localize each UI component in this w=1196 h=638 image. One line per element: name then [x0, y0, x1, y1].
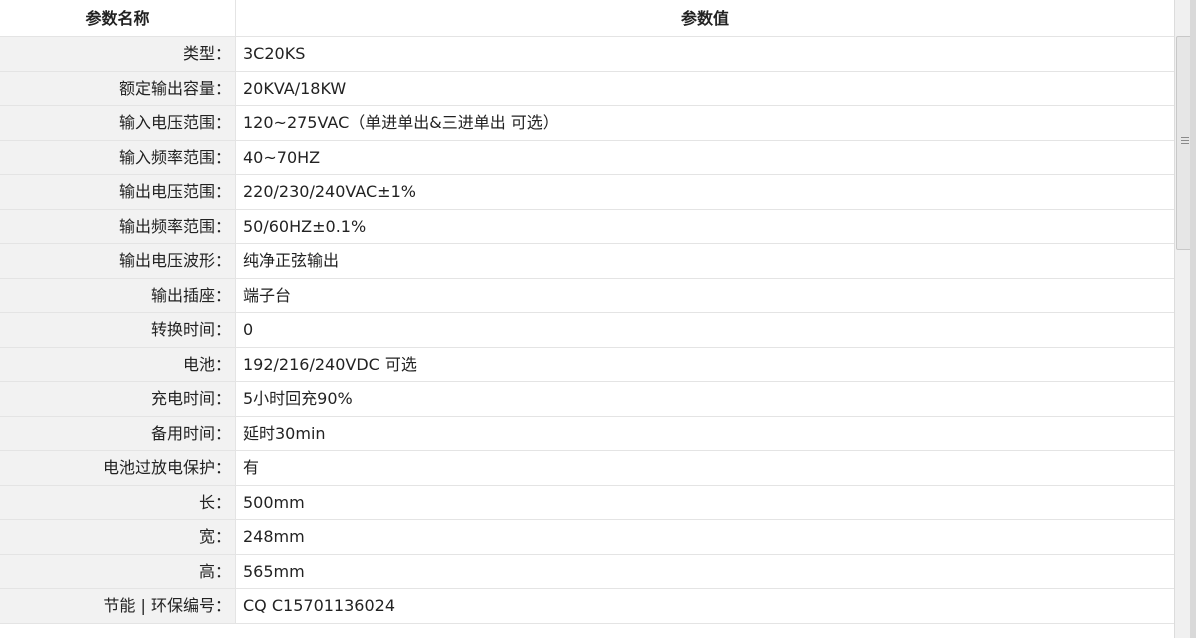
param-value: 端子台 [236, 278, 1174, 312]
param-name: 电池过放电保护： [0, 451, 236, 485]
table-row: 输出频率范围： 50/60HZ±0.1% [0, 209, 1174, 244]
table-row: 高： 565mm [0, 554, 1174, 589]
table-row: 宽： 248mm [0, 520, 1174, 555]
param-value: 500mm [236, 485, 1174, 519]
param-value: 50/60HZ±0.1% [236, 209, 1174, 243]
param-name: 高： [0, 554, 236, 588]
param-name: 类型： [0, 37, 236, 71]
table-row: 充电时间： 5小时回充90% [0, 382, 1174, 417]
table-row: 电池过放电保护： 有 [0, 451, 1174, 486]
table-row: 输出电压范围： 220/230/240VAC±1% [0, 175, 1174, 210]
table-row: 节能 | 环保编号： CQ C15701136024 [0, 589, 1174, 624]
param-name: 备用时间： [0, 416, 236, 450]
param-name: 节能 | 环保编号： [0, 589, 236, 623]
param-name: 转换时间： [0, 313, 236, 347]
table-row: 输出电压波形： 纯净正弦输出 [0, 244, 1174, 279]
table-row: 输出插座： 端子台 [0, 278, 1174, 313]
scroll-grip-icon [1181, 137, 1189, 145]
param-name: 输入电压范围： [0, 106, 236, 140]
param-value: 20KVA/18KW [236, 71, 1174, 105]
param-name: 输出频率范围： [0, 209, 236, 243]
param-value: 565mm [236, 554, 1174, 588]
table-row: 备用时间： 延时30min [0, 416, 1174, 451]
table-row: 输入电压范围： 120~275VAC（单进单出&三进单出 可选） [0, 106, 1174, 141]
param-name: 宽： [0, 520, 236, 554]
param-value: 248mm [236, 520, 1174, 554]
window-edge [1190, 0, 1196, 638]
spec-table: 参数名称 参数值 类型： 3C20KS 额定输出容量： 20KVA/18KW 输… [0, 0, 1174, 624]
param-value: 120~275VAC（单进单出&三进单出 可选） [236, 106, 1174, 140]
param-name: 充电时间： [0, 382, 236, 416]
param-name: 额定输出容量： [0, 71, 236, 105]
param-value: CQ C15701136024 [236, 589, 1174, 623]
param-value: 0 [236, 313, 1174, 347]
param-value: 延时30min [236, 416, 1174, 450]
param-value: 40~70HZ [236, 140, 1174, 174]
table-row: 类型： 3C20KS [0, 37, 1174, 72]
param-value: 有 [236, 451, 1174, 485]
param-value: 纯净正弦输出 [236, 244, 1174, 278]
table-row: 电池： 192/216/240VDC 可选 [0, 347, 1174, 382]
param-value: 220/230/240VAC±1% [236, 175, 1174, 209]
param-name: 输入频率范围： [0, 140, 236, 174]
table-row: 额定输出容量： 20KVA/18KW [0, 71, 1174, 106]
param-name: 输出电压波形： [0, 244, 236, 278]
table-header-row: 参数名称 参数值 [0, 0, 1174, 37]
param-name: 长： [0, 485, 236, 519]
param-value: 192/216/240VDC 可选 [236, 347, 1174, 381]
param-value: 3C20KS [236, 37, 1174, 71]
table-row: 长： 500mm [0, 485, 1174, 520]
param-name: 输出插座： [0, 278, 236, 312]
spec-table-viewport: 参数名称 参数值 类型： 3C20KS 额定输出容量： 20KVA/18KW 输… [0, 0, 1196, 638]
param-value: 5小时回充90% [236, 382, 1174, 416]
header-param-name: 参数名称 [0, 0, 236, 36]
param-name: 输出电压范围： [0, 175, 236, 209]
header-param-value: 参数值 [236, 0, 1174, 36]
table-row: 输入频率范围： 40~70HZ [0, 140, 1174, 175]
table-row: 转换时间： 0 [0, 313, 1174, 348]
param-name: 电池： [0, 347, 236, 381]
